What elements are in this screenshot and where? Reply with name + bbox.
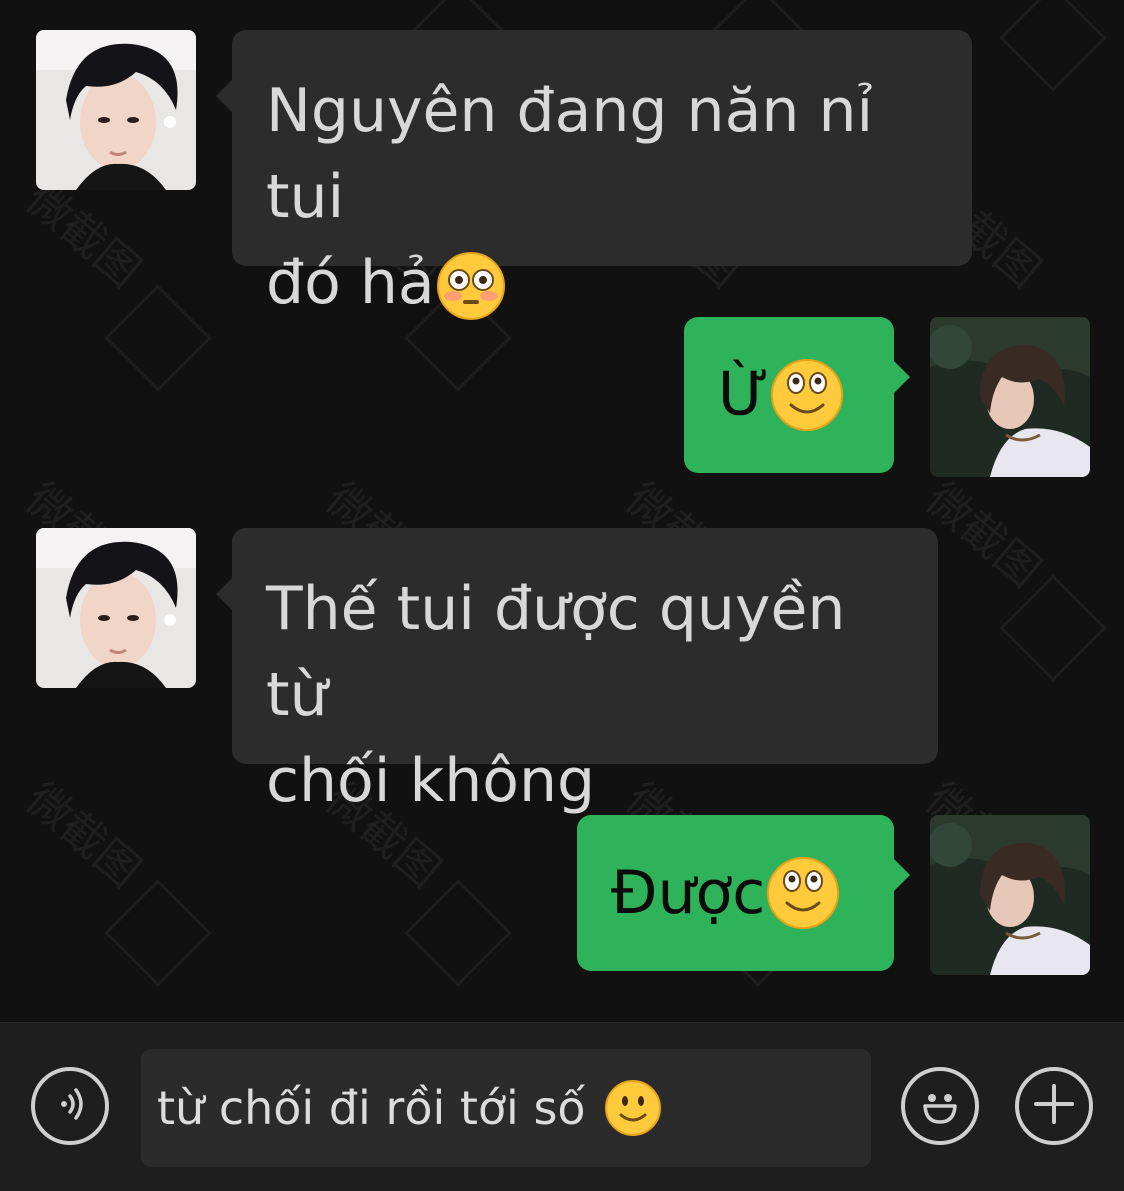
more-button[interactable] [1015,1067,1093,1145]
watermark-icon [104,879,212,987]
message-line: Thế tui được quyền từ [266,574,846,730]
message-bubble-outgoing[interactable]: Ừ [684,317,910,473]
watermark-icon [999,574,1107,682]
draft-text: từ chối đi rồi tới số [157,1081,586,1135]
slightly-smiling-face-icon [604,1079,662,1137]
message-text: Ừ [718,360,770,430]
message-line: đó hả [266,248,435,318]
message-line: Nguyên đang năn nỉ tui [266,76,874,232]
message-line-with-emoji: đó hả [266,240,938,326]
contact-avatar[interactable] [36,528,196,688]
message-input[interactable]: từ chối đi rồi tới số [141,1049,871,1167]
plus-icon [1030,1080,1078,1132]
composer-bar: từ chối đi rồi tới số [0,1022,1124,1191]
voice-icon [50,1084,90,1128]
message-line: chối không [266,746,596,816]
my-avatar[interactable] [930,815,1090,975]
message-bubble-incoming[interactable]: Nguyên đang năn nỉ tui đó hả [216,30,972,321]
message-bubble-incoming[interactable]: Thế tui được quyền từ chối không [216,528,938,816]
emoji-icon [912,1076,968,1136]
flushed-face-icon [435,250,507,322]
smiling-face-icon [765,855,841,931]
watermark-icon [999,0,1107,92]
watermark-icon [104,284,212,392]
smiling-face-icon [769,357,845,433]
emoji-button[interactable] [901,1067,979,1145]
watermark: 微截图 [16,773,151,898]
chat-area: 微截图 微截图 微截图 微截图 微截图 微截图 微截图 微截图 微截图 微截图 … [0,0,1124,1022]
message-bubble-outgoing[interactable]: Được [577,815,910,971]
message-text: Được [611,858,766,928]
voice-button[interactable] [31,1067,109,1145]
contact-avatar[interactable] [36,30,196,190]
my-avatar[interactable] [930,317,1090,477]
watermark-icon [404,879,512,987]
